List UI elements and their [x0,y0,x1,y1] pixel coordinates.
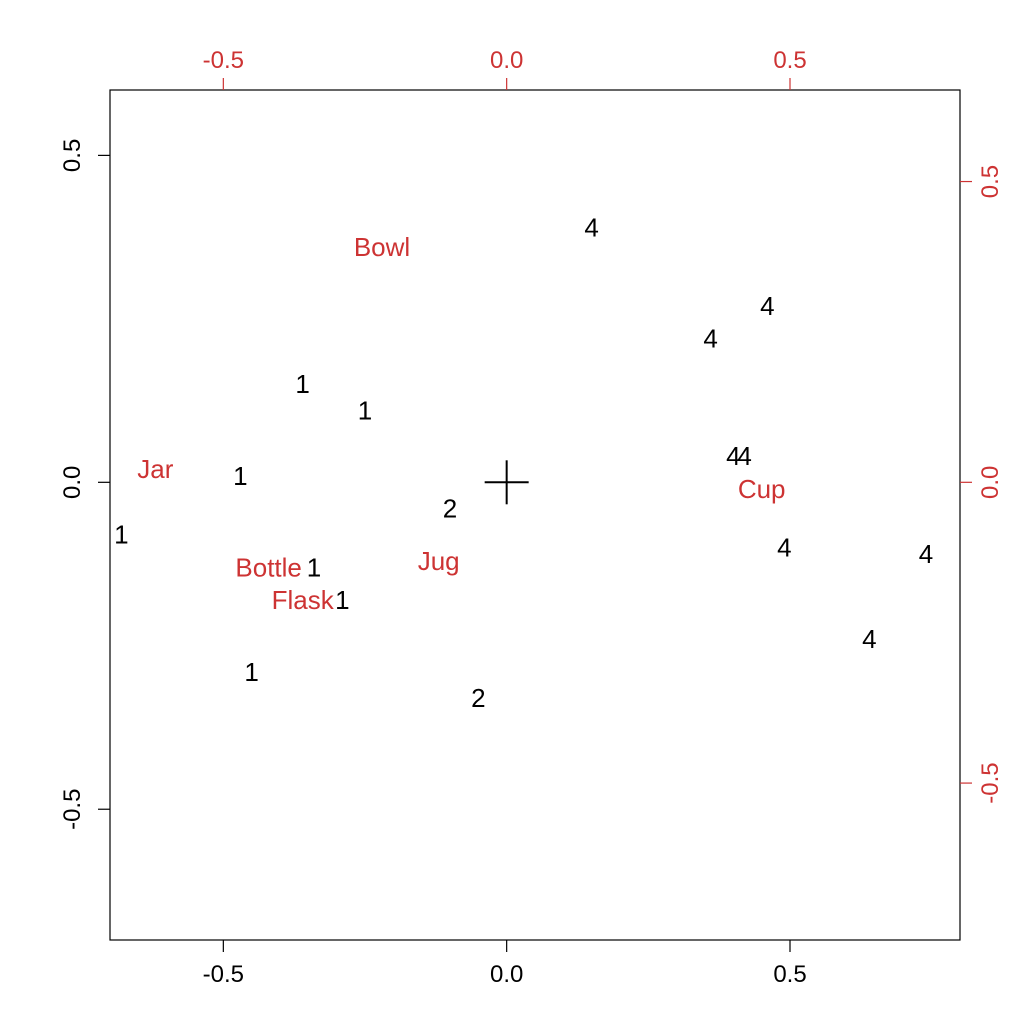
plot-box [110,90,960,940]
top-tick-label: -0.5 [203,47,244,74]
observation-point: 1 [307,552,321,582]
right-tick-label: -0.5 [977,762,1004,803]
variable-label: Bottle [235,552,302,582]
variable-label: Jar [137,454,173,484]
observation-point: 1 [233,461,247,491]
observation-point: 4 [760,291,774,321]
right-tick-label: 0.0 [977,466,1004,499]
top-tick-label: 0.0 [490,47,523,74]
observation-point: 4 [919,539,933,569]
observation-point: 4 [737,441,751,471]
observation-point: 2 [471,683,485,713]
top-tick-label: 0.5 [773,47,806,74]
observation-point: 4 [862,624,876,654]
observation-point: 1 [358,395,372,425]
left-tick-label: 0.0 [59,466,86,499]
variable-label: Cup [738,474,786,504]
chart-container: { "chart_data": { "type": "scatter", "ti… [0,0,1022,1021]
observation-point: 4 [777,533,791,563]
observation-point: 1 [244,657,258,687]
observation-point: 4 [584,212,598,242]
observation-point: 2 [443,493,457,523]
biplot-chart: -0.5 0.0 0.5 -0.5 0.0 0.5 -0.5 0.0 0.5 -0.5 0.0 0.5… [0,0,1022,1021]
bottom-tick-label: 0.0 [490,961,523,988]
variable-label: Flask [272,585,335,615]
bottom-tick-label: -0.5 [203,961,244,988]
variable-label: Bowl [354,232,410,262]
observation-point: 1 [295,369,309,399]
bottom-tick-label: 0.5 [773,961,806,988]
observation-point: 1 [335,585,349,615]
left-tick-label: -0.5 [59,789,86,830]
observation-point: 4 [703,323,717,353]
variable-label: Jug [418,546,460,576]
right-tick-label: 0.5 [977,165,1004,198]
observation-point: 1 [114,520,128,550]
left-tick-label: 0.5 [59,139,86,172]
